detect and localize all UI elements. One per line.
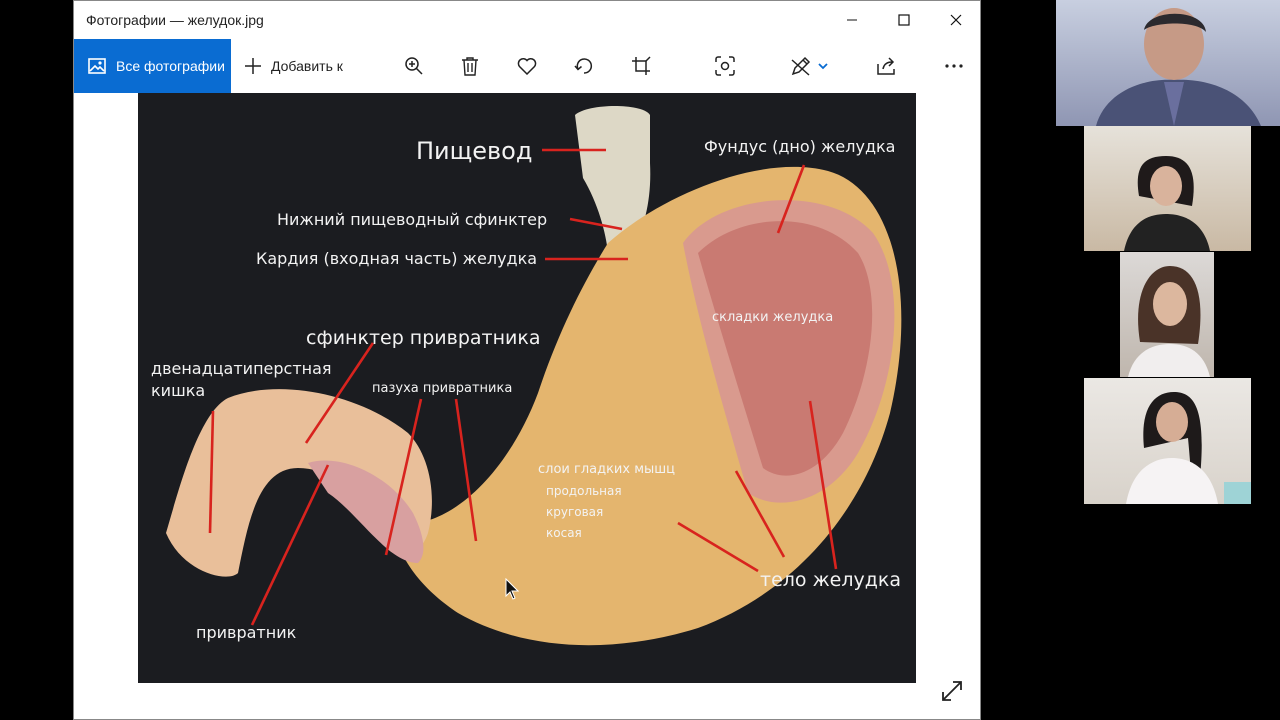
- close-button[interactable]: [930, 1, 980, 39]
- minimize-button[interactable]: [826, 1, 878, 39]
- label-longitudinal: продольная: [546, 484, 622, 498]
- mouse-cursor-icon: [505, 578, 519, 600]
- label-pylorus: привратник: [196, 623, 297, 642]
- window-title: Фотографии — желудок.jpg: [86, 12, 264, 28]
- plus-icon: [245, 58, 261, 74]
- chevron-down-icon: [818, 63, 828, 70]
- focus-icon: [715, 56, 735, 76]
- toolbar: Все фотографии Добавить к: [74, 39, 980, 93]
- participant-video-1[interactable]: [1056, 0, 1280, 126]
- share-icon: [877, 57, 895, 75]
- participant-video-4[interactable]: [1084, 378, 1251, 504]
- maximize-button[interactable]: [878, 1, 930, 39]
- heart-icon: [517, 58, 537, 75]
- label-esophagus: Пищевод: [416, 137, 533, 165]
- crop-icon: [632, 56, 651, 75]
- participant-silhouette: [1126, 392, 1251, 504]
- label-fundus: Фундус (дно) желудка: [704, 137, 896, 156]
- trash-icon: [462, 57, 478, 76]
- label-duodenum-line2: кишка: [151, 381, 206, 400]
- edit-icon: [791, 56, 811, 76]
- close-icon: [950, 14, 962, 26]
- label-lower-esophageal-sphincter: Нижний пищеводный сфинктер: [277, 210, 548, 229]
- label-stomach-body: тело желудка: [760, 569, 902, 591]
- more-icon: [945, 64, 963, 68]
- zoom-in-button[interactable]: [399, 51, 429, 81]
- zoom-in-icon: [405, 57, 423, 75]
- fullscreen-button[interactable]: [940, 679, 968, 707]
- stomach-illustration: [166, 106, 902, 646]
- maximize-icon: [898, 14, 910, 26]
- minimize-icon: [847, 19, 857, 21]
- label-gastric-folds: складки желудка: [712, 310, 834, 325]
- participant-silhouette: [1124, 156, 1210, 251]
- rotate-button[interactable]: [569, 51, 599, 81]
- participant-silhouette: [1096, 8, 1261, 126]
- delete-button[interactable]: [455, 51, 485, 81]
- label-oblique: косая: [546, 526, 582, 540]
- participant-silhouette: [1128, 266, 1210, 377]
- crop-button[interactable]: [626, 51, 656, 81]
- label-muscle-layers: слои гладких мышц: [538, 462, 676, 477]
- enhance-button[interactable]: [710, 51, 740, 81]
- edit-dropdown-button[interactable]: [814, 51, 832, 81]
- participant-video-3[interactable]: [1120, 252, 1214, 377]
- share-button[interactable]: [872, 51, 902, 81]
- add-to-label: Добавить к: [271, 58, 343, 74]
- all-photos-button[interactable]: Все фотографии: [74, 39, 231, 93]
- label-duodenum-line1: двенадцатиперстная: [151, 359, 332, 378]
- label-cardia: Кардия (входная часть) желудка: [256, 249, 538, 268]
- edit-draw-button[interactable]: [787, 51, 817, 81]
- participant-video-2[interactable]: [1084, 126, 1251, 251]
- expand-icon: [942, 681, 962, 701]
- photos-app-window: Фотографии — желудок.jpg Все фотографии …: [73, 0, 981, 720]
- label-circular: круговая: [546, 505, 604, 519]
- title-bar: Фотографии — желудок.jpg: [74, 1, 980, 39]
- more-options-button[interactable]: [939, 51, 969, 81]
- all-photos-label: Все фотографии: [116, 58, 225, 74]
- label-pyloric-antrum: пазуха привратника: [372, 381, 513, 396]
- label-pyloric-sphincter: сфинктер привратника: [306, 327, 541, 349]
- stomach-anatomy-image: Пищевод Фундус (дно) желудка Нижний пище…: [138, 93, 916, 683]
- rotate-icon: [574, 58, 593, 74]
- photo-icon: [88, 58, 106, 74]
- add-to-button[interactable]: Добавить к: [244, 39, 343, 93]
- favorite-button[interactable]: [512, 51, 542, 81]
- image-viewer: Пищевод Фундус (дно) желудка Нижний пище…: [74, 93, 980, 719]
